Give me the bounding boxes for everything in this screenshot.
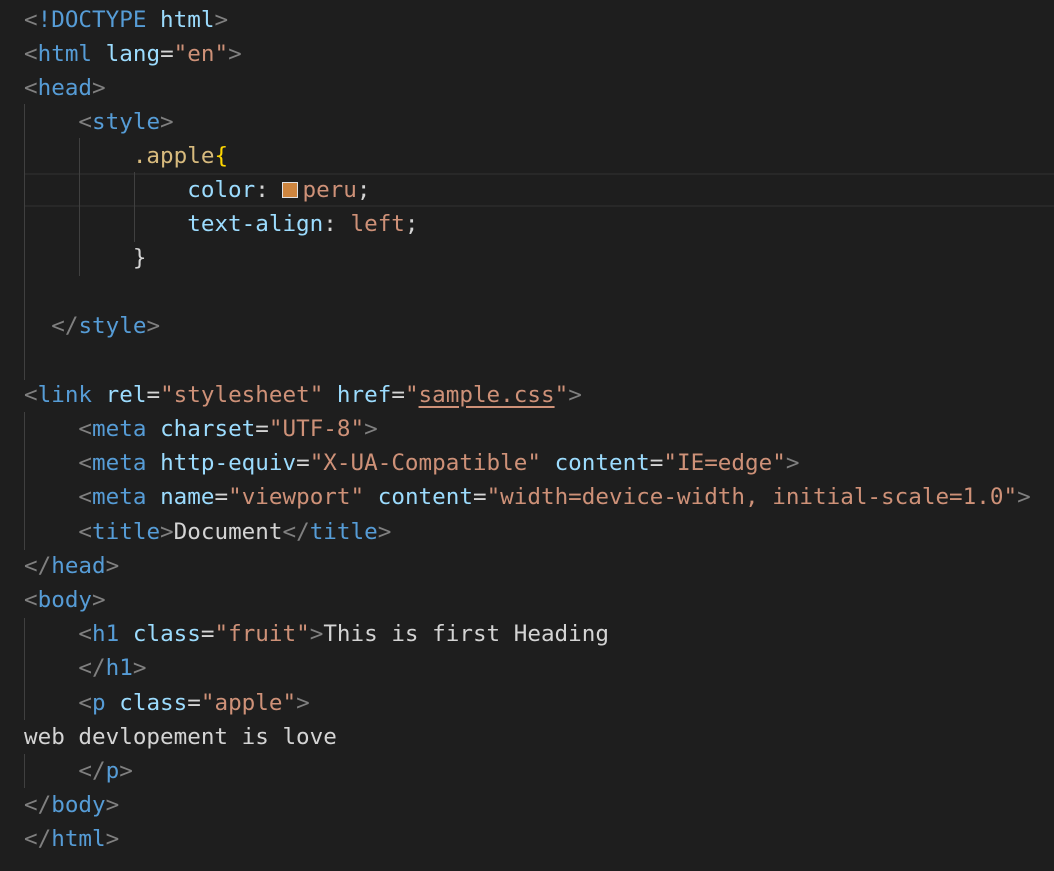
code-line: <link rel="stylesheet" href="sample.css"…: [24, 382, 582, 408]
tag-name: h1: [92, 621, 120, 647]
attr-value: "apple": [200, 690, 297, 716]
code-line: </head>: [24, 553, 120, 579]
quote: ": [404, 382, 419, 408]
code-line: <meta charset="UTF-8">: [78, 416, 378, 442]
code-line: .apple{: [24, 139, 228, 173]
attr-value: "IE=edge": [663, 450, 786, 476]
code-line: color: peru;: [187, 177, 371, 203]
doctype-keyword: !DOCTYPE: [37, 7, 147, 33]
code-line: </h1>: [78, 655, 147, 681]
attr-value: "stylesheet": [160, 382, 324, 408]
attr-name: content: [554, 450, 650, 476]
quote: ": [554, 382, 569, 408]
code-line: <p class="apple">: [78, 690, 310, 716]
attr-name: class: [132, 621, 201, 647]
css-brace: }: [132, 245, 147, 271]
css-value: peru: [302, 177, 357, 203]
tag-name: title: [92, 519, 161, 545]
tag-name: html: [51, 826, 106, 852]
tag-name: meta: [92, 416, 147, 442]
tag-name: body: [37, 587, 93, 613]
tag-name: p: [92, 690, 106, 716]
tag-name: head: [37, 75, 93, 101]
tag-name: p: [105, 758, 120, 784]
attr-value: "viewport": [228, 484, 365, 510]
attr-value: "UTF-8": [268, 416, 365, 442]
css-brace: {: [214, 143, 229, 169]
code-line: <meta name="viewport" content="width=dev…: [78, 484, 1031, 510]
code-line: }: [24, 241, 147, 275]
attr-name: charset: [160, 416, 256, 442]
tag-name: link: [37, 382, 93, 408]
attr-value: "X-UA-Compatible": [309, 450, 541, 476]
code-line: web devlopement is love: [24, 720, 337, 754]
code-line: </html>: [24, 826, 120, 852]
tag-name: body: [51, 792, 106, 818]
css-property: color: [187, 177, 256, 203]
code-line: </p>: [78, 758, 133, 784]
attr-value: "width=device-width, initial-scale=1.0": [486, 484, 1018, 510]
code-line: <title>Document</title>: [78, 519, 392, 545]
code-editor[interactable]: <!DOCTYPE html> <html lang="en"> <head> …: [0, 0, 1054, 871]
tag-name: meta: [92, 484, 147, 510]
doctype-html: html: [160, 7, 215, 33]
attr-name: name: [160, 484, 215, 510]
css-selector: .apple: [132, 143, 215, 169]
tag-name: title: [309, 519, 378, 545]
tag-name: style: [78, 313, 147, 339]
code-line: </style>: [51, 313, 161, 339]
code-line: <head>: [24, 75, 106, 101]
tag-name: head: [51, 553, 106, 579]
attr-name: lang: [105, 41, 161, 67]
tag-name: style: [92, 109, 161, 135]
code-line: <!DOCTYPE html>: [24, 7, 229, 33]
code-line: text-align: left;: [187, 211, 419, 237]
attr-value: "en": [173, 41, 229, 67]
attr-name: content: [377, 484, 473, 510]
attr-name: href: [336, 382, 392, 408]
code-line: <meta http-equiv="X-UA-Compatible" conte…: [78, 450, 800, 476]
code-line: <html lang="en">: [24, 41, 242, 67]
code-line: <style>: [78, 109, 174, 135]
css-property: text-align: [187, 211, 324, 237]
text-content: web devlopement is love: [24, 724, 337, 750]
text-content: This is first Heading: [323, 621, 609, 647]
attr-name: class: [119, 690, 188, 716]
tag-name: h1: [105, 655, 133, 681]
tag-name: meta: [92, 450, 147, 476]
color-swatch-icon[interactable]: [282, 182, 299, 198]
text-content: Document: [173, 519, 283, 545]
attr-name: rel: [105, 382, 147, 408]
code-line: </body>: [24, 792, 120, 818]
css-value: left: [350, 211, 405, 237]
attr-name: http-equiv: [160, 450, 297, 476]
code-line: <body>: [24, 587, 106, 613]
code-line: <h1 class="fruit">This is first Heading: [78, 621, 609, 647]
stylesheet-link[interactable]: sample.css: [419, 382, 555, 408]
tag-name: html: [37, 41, 93, 67]
attr-value: "fruit": [214, 621, 310, 647]
